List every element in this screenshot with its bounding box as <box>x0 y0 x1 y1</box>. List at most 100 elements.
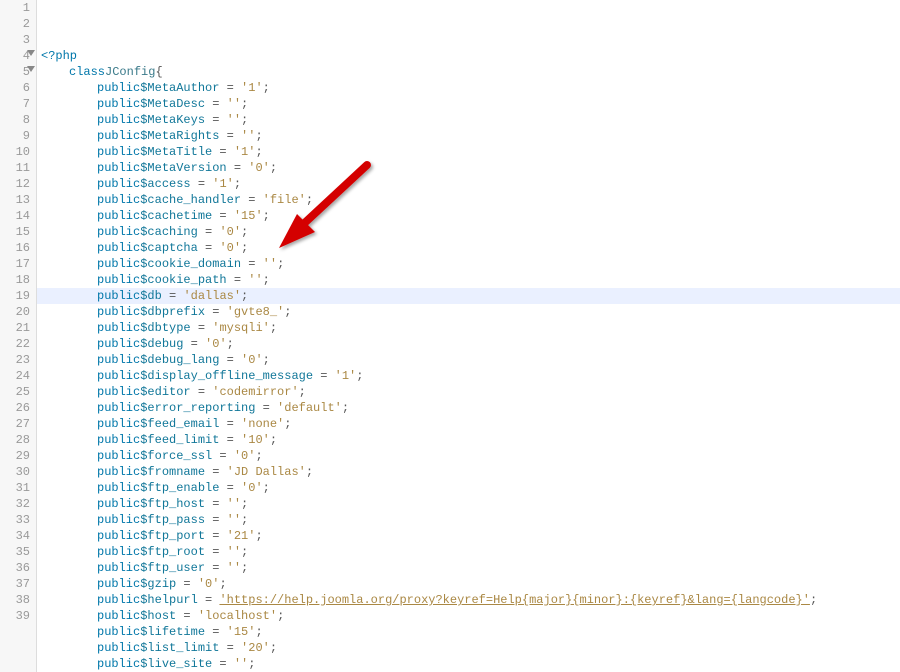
semicolon: ; <box>255 128 262 144</box>
equals: = <box>205 304 227 320</box>
property-name: $cookie_domain <box>140 256 241 272</box>
code-line: class JConfig { <box>41 64 900 80</box>
string-value: '' <box>248 272 262 288</box>
semicolon: ; <box>241 96 248 112</box>
semicolon: ; <box>299 384 306 400</box>
fold-icon[interactable] <box>27 50 35 56</box>
property-name: $force_ssl <box>140 448 212 464</box>
line-number: 19 <box>4 288 30 304</box>
line-number: 3 <box>4 32 30 48</box>
semicolon: ; <box>263 80 270 96</box>
semicolon: ; <box>219 576 226 592</box>
equals: = <box>205 544 227 560</box>
code-line: public $editor = 'codemirror'; <box>41 384 900 400</box>
property-name: $lifetime <box>140 624 205 640</box>
equals: = <box>219 480 241 496</box>
code-line: public $ftp_host = ''; <box>41 496 900 512</box>
semicolon: ; <box>356 368 363 384</box>
line-number: 26 <box>4 400 30 416</box>
keyword-public: public <box>97 112 140 128</box>
semicolon: ; <box>255 528 262 544</box>
string-value: '0' <box>205 336 227 352</box>
semicolon: ; <box>270 432 277 448</box>
keyword-public: public <box>97 224 140 240</box>
line-number: 2 <box>4 16 30 32</box>
keyword-public: public <box>97 80 140 96</box>
semicolon: ; <box>241 112 248 128</box>
semicolon: ; <box>263 352 270 368</box>
line-number: 29 <box>4 448 30 464</box>
code-line: public $display_offline_message = '1'; <box>41 368 900 384</box>
code-line: public $MetaKeys = ''; <box>41 112 900 128</box>
string-value: '' <box>227 512 241 528</box>
code-line: public $captcha = '0'; <box>41 240 900 256</box>
string-value: '0' <box>234 448 256 464</box>
semicolon: ; <box>241 544 248 560</box>
property-name: $MetaTitle <box>140 144 212 160</box>
code-line: public $dbtype = 'mysqli'; <box>41 320 900 336</box>
property-name: $MetaKeys <box>140 112 205 128</box>
keyword-public: public <box>97 592 140 608</box>
keyword-class: class <box>69 64 105 80</box>
property-name: $ftp_host <box>140 496 205 512</box>
property-name: $caching <box>140 224 198 240</box>
string-value: '' <box>241 128 255 144</box>
keyword-public: public <box>97 640 140 656</box>
semicolon: ; <box>234 176 241 192</box>
line-number: 37 <box>4 576 30 592</box>
property-name: $helpurl <box>140 592 198 608</box>
semicolon: ; <box>241 240 248 256</box>
line-number: 8 <box>4 112 30 128</box>
code-line: public $ftp_port = '21'; <box>41 528 900 544</box>
code-line: public $MetaAuthor = '1'; <box>41 80 900 96</box>
code-line: public $ftp_enable = '0'; <box>41 480 900 496</box>
keyword-public: public <box>97 384 140 400</box>
line-number: 11 <box>4 160 30 176</box>
string-value: 'none' <box>241 416 284 432</box>
property-name: $error_reporting <box>140 400 255 416</box>
equals: = <box>227 160 249 176</box>
line-number: 15 <box>4 224 30 240</box>
semicolon: ; <box>306 192 313 208</box>
keyword-public: public <box>97 144 140 160</box>
line-number: 31 <box>4 480 30 496</box>
semicolon: ; <box>255 624 262 640</box>
string-value: 'default' <box>277 400 342 416</box>
equals: = <box>205 464 227 480</box>
keyword-public: public <box>97 576 140 592</box>
property-name: $dbprefix <box>140 304 205 320</box>
string-value: '10' <box>241 432 270 448</box>
string-value: 'JD Dallas' <box>227 464 306 480</box>
property-name: $feed_limit <box>140 432 219 448</box>
property-name: $display_offline_message <box>140 368 313 384</box>
code-line: public $host = 'localhost'; <box>41 608 900 624</box>
keyword-public: public <box>97 272 140 288</box>
line-number: 16 <box>4 240 30 256</box>
keyword-public: public <box>97 336 140 352</box>
string-value: '0' <box>198 576 220 592</box>
semicolon: ; <box>241 496 248 512</box>
string-value: '15' <box>227 624 256 640</box>
string-value: '0' <box>248 160 270 176</box>
code-line: public $dbprefix = 'gvte8_'; <box>41 304 900 320</box>
string-value: '21' <box>227 528 256 544</box>
line-number: 34 <box>4 528 30 544</box>
code-line: public $MetaDesc = ''; <box>41 96 900 112</box>
code-line: public $MetaTitle = '1'; <box>41 144 900 160</box>
keyword-public: public <box>97 128 140 144</box>
semicolon: ; <box>284 416 291 432</box>
line-number: 39 <box>4 608 30 624</box>
line-number: 36 <box>4 560 30 576</box>
line-number: 33 <box>4 512 30 528</box>
code-line: public $gzip = '0'; <box>41 576 900 592</box>
property-name: $debug <box>140 336 183 352</box>
code-area[interactable]: <?phpclass JConfig {public $MetaAuthor =… <box>37 0 900 672</box>
fold-icon[interactable] <box>27 66 35 72</box>
equals: = <box>219 80 241 96</box>
code-line: public $cachetime = '15'; <box>41 208 900 224</box>
property-name: $cache_handler <box>140 192 241 208</box>
equals: = <box>205 560 227 576</box>
keyword-public: public <box>97 416 140 432</box>
property-name: $ftp_port <box>140 528 205 544</box>
semicolon: ; <box>241 560 248 576</box>
